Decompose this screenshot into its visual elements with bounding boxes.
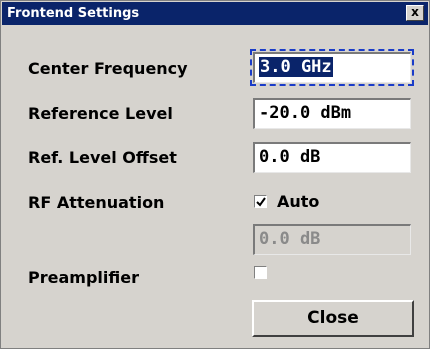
dialog-title: Frontend Settings [7, 6, 140, 21]
rf-attenuation-input: 0.0 dB [253, 224, 411, 255]
close-button[interactable]: Close [252, 300, 414, 337]
rf-attenuation-label: RF Attenuation [28, 193, 165, 212]
ref-level-offset-label: Ref. Level Offset [28, 148, 177, 167]
preamplifier-checkbox[interactable] [254, 266, 267, 279]
check-mark-icon [256, 197, 266, 207]
close-icon[interactable]: x [406, 5, 424, 21]
preamplifier-label: Preamplifier [28, 268, 139, 287]
reference-level-label: Reference Level [28, 104, 173, 123]
center-frequency-label: Center Frequency [28, 59, 188, 78]
title-bar[interactable]: Frontend Settings x [2, 2, 428, 25]
rf-attenuation-auto-checkbox[interactable] [254, 195, 267, 208]
rf-attenuation-auto-label[interactable]: Auto [277, 192, 319, 211]
frontend-settings-dialog: Frontend Settings x Center Frequency 3.0… [0, 0, 430, 349]
reference-level-input[interactable]: -20.0 dBm [253, 98, 411, 129]
center-frequency-input[interactable]: 3.0 GHz [253, 52, 411, 83]
center-frequency-value: 3.0 GHz [259, 57, 333, 77]
ref-level-offset-input[interactable]: 0.0 dB [253, 142, 411, 173]
